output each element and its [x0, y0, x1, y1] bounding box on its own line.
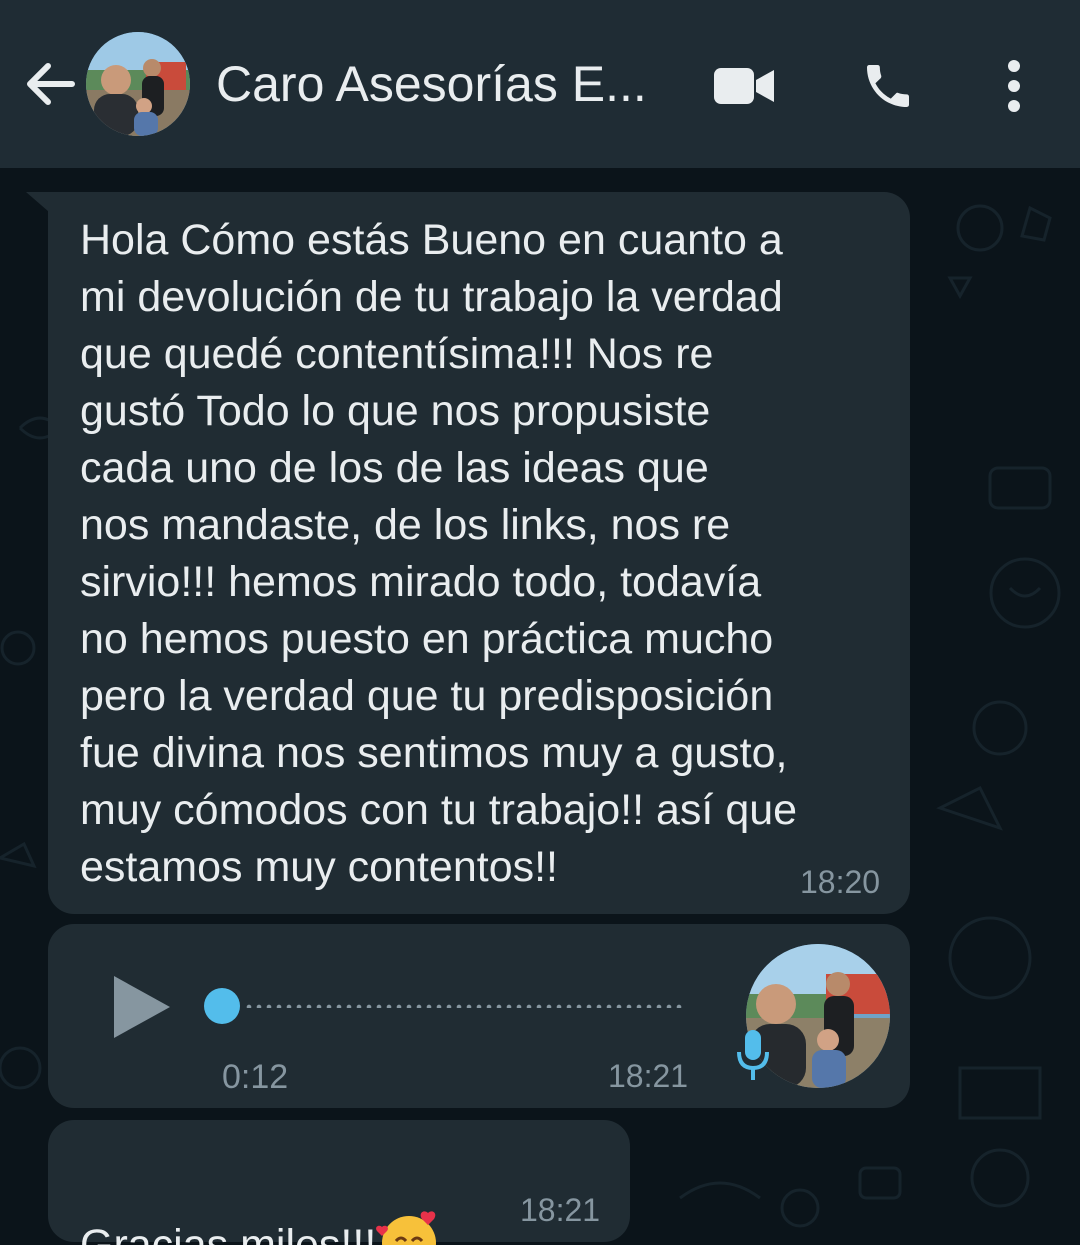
message-time: 18:21: [520, 1192, 601, 1228]
chat-area: Hola Cómo estás Bueno en cuanto a mi dev…: [0, 168, 1080, 1245]
back-arrow-icon[interactable]: [22, 56, 78, 112]
voice-waveform-track[interactable]: [244, 1004, 686, 1008]
message-text: Hola Cómo estás Bueno en cuanto a mi dev…: [80, 216, 798, 891]
video-call-icon[interactable]: [712, 66, 776, 106]
message-time: 18:20: [800, 864, 881, 900]
microphone-icon: [737, 1030, 769, 1080]
message-bubble[interactable]: Gracias miles!!! 18:21: [48, 1120, 630, 1245]
chat-header: Caro Asesorías E...: [0, 0, 1080, 168]
message-time: 18:21: [608, 1058, 689, 1094]
more-vert-icon[interactable]: [1000, 56, 1028, 116]
contact-name[interactable]: Caro Asesorías E...: [216, 54, 686, 114]
smiling-face-with-hearts-icon: [376, 1211, 437, 1245]
play-icon[interactable]: [110, 972, 174, 1042]
phone-icon[interactable]: [860, 58, 916, 114]
voice-duration: 0:12: [222, 1058, 289, 1096]
message-bubble[interactable]: Hola Cómo estás Bueno en cuanto a mi dev…: [48, 192, 910, 914]
playback-position-handle[interactable]: [204, 988, 240, 1024]
voice-message-bubble[interactable]: 0:12 18:21: [48, 924, 910, 1108]
contact-avatar[interactable]: [86, 32, 190, 136]
message-text: Gracias miles!!!: [80, 1221, 377, 1245]
